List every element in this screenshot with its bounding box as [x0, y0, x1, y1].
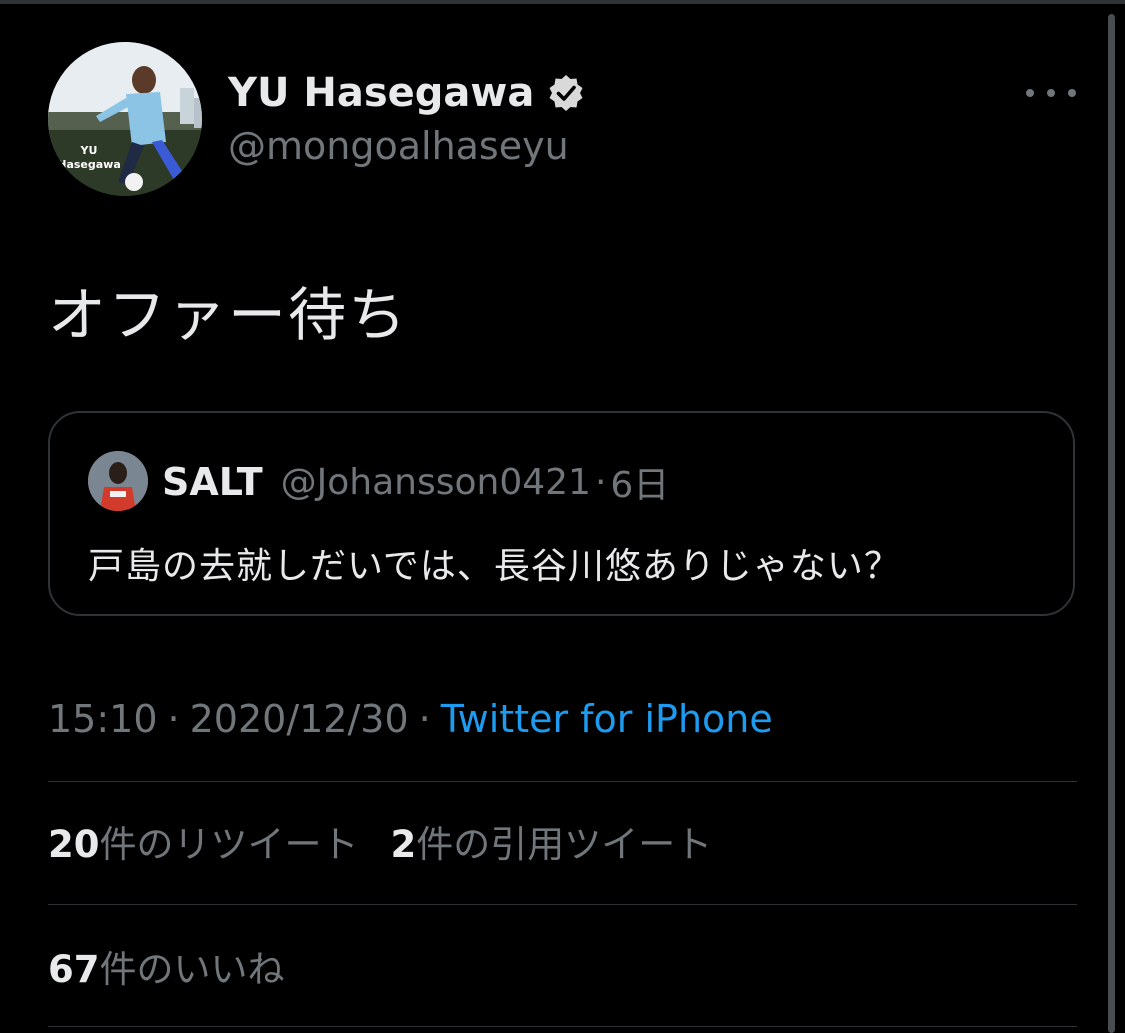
retweet-stats-row: 20件のリツイート 2件の引用ツイート — [48, 816, 712, 866]
meta-separator: · — [418, 697, 431, 741]
top-border — [0, 0, 1125, 4]
more-dot — [1026, 89, 1034, 97]
retweets-count: 20 — [48, 823, 100, 866]
quoted-tweet-header: SALT @Johansson0421 · 6日 — [162, 457, 669, 507]
divider — [48, 1026, 1077, 1027]
quoted-separator: · — [594, 461, 607, 503]
author-avatar-photo — [48, 42, 202, 196]
quoted-tweet-text: 戸島の去就しだいでは、長谷川悠ありじゃない？ — [88, 546, 901, 587]
divider — [48, 904, 1077, 905]
tweet-meta-row: 15:10 · 2020/12/30 · Twitter for iPhone — [48, 694, 773, 744]
more-options-icon[interactable] — [1026, 80, 1076, 106]
author-display-name[interactable]: YU Hasegawa — [228, 70, 534, 116]
avatar-caption: YU Hasegawa — [57, 144, 121, 171]
tweet-date[interactable]: 2020/12/30 — [190, 697, 409, 741]
quoted-tweet-card[interactable]: SALT @Johansson0421 · 6日 戸島の去就しだいでは、長谷川悠… — [48, 411, 1075, 616]
more-dot — [1047, 89, 1055, 97]
likes-count: 67 — [48, 948, 100, 991]
quoted-author-name: SALT — [162, 460, 263, 504]
likes-stat[interactable]: 67件のいいね — [48, 939, 285, 993]
quote-tweets-label: 件の引用ツイート — [416, 823, 713, 866]
scrollbar[interactable] — [1108, 14, 1115, 1033]
quoted-timestamp: 6日 — [610, 465, 670, 506]
tweet-time[interactable]: 15:10 — [48, 697, 158, 741]
meta-separator: · — [167, 697, 180, 741]
more-dot — [1068, 89, 1076, 97]
quoted-author-avatar — [88, 451, 148, 511]
author-name-row: YU Hasegawa — [228, 66, 586, 120]
retweets-label: 件のリツイート — [99, 823, 359, 866]
quote-tweets-stat[interactable]: 2件の引用ツイート — [391, 814, 713, 868]
tweet-source-link[interactable]: Twitter for iPhone — [441, 697, 773, 741]
quoted-avatar-photo — [88, 451, 148, 511]
author-avatar[interactable]: YU Hasegawa — [48, 42, 202, 196]
quote-tweets-count: 2 — [390, 823, 417, 866]
author-handle[interactable]: @mongoalhaseyu — [228, 124, 569, 168]
tweet-text: オファー待ち — [48, 281, 409, 349]
quoted-author-handle: @Johansson0421 — [280, 461, 591, 503]
divider — [48, 781, 1077, 782]
verified-badge-icon — [546, 73, 586, 113]
retweets-stat[interactable]: 20件のリツイート — [48, 814, 359, 868]
likes-label: 件のいいね — [99, 948, 285, 991]
likes-stats-row: 67件のいいね — [48, 941, 285, 991]
